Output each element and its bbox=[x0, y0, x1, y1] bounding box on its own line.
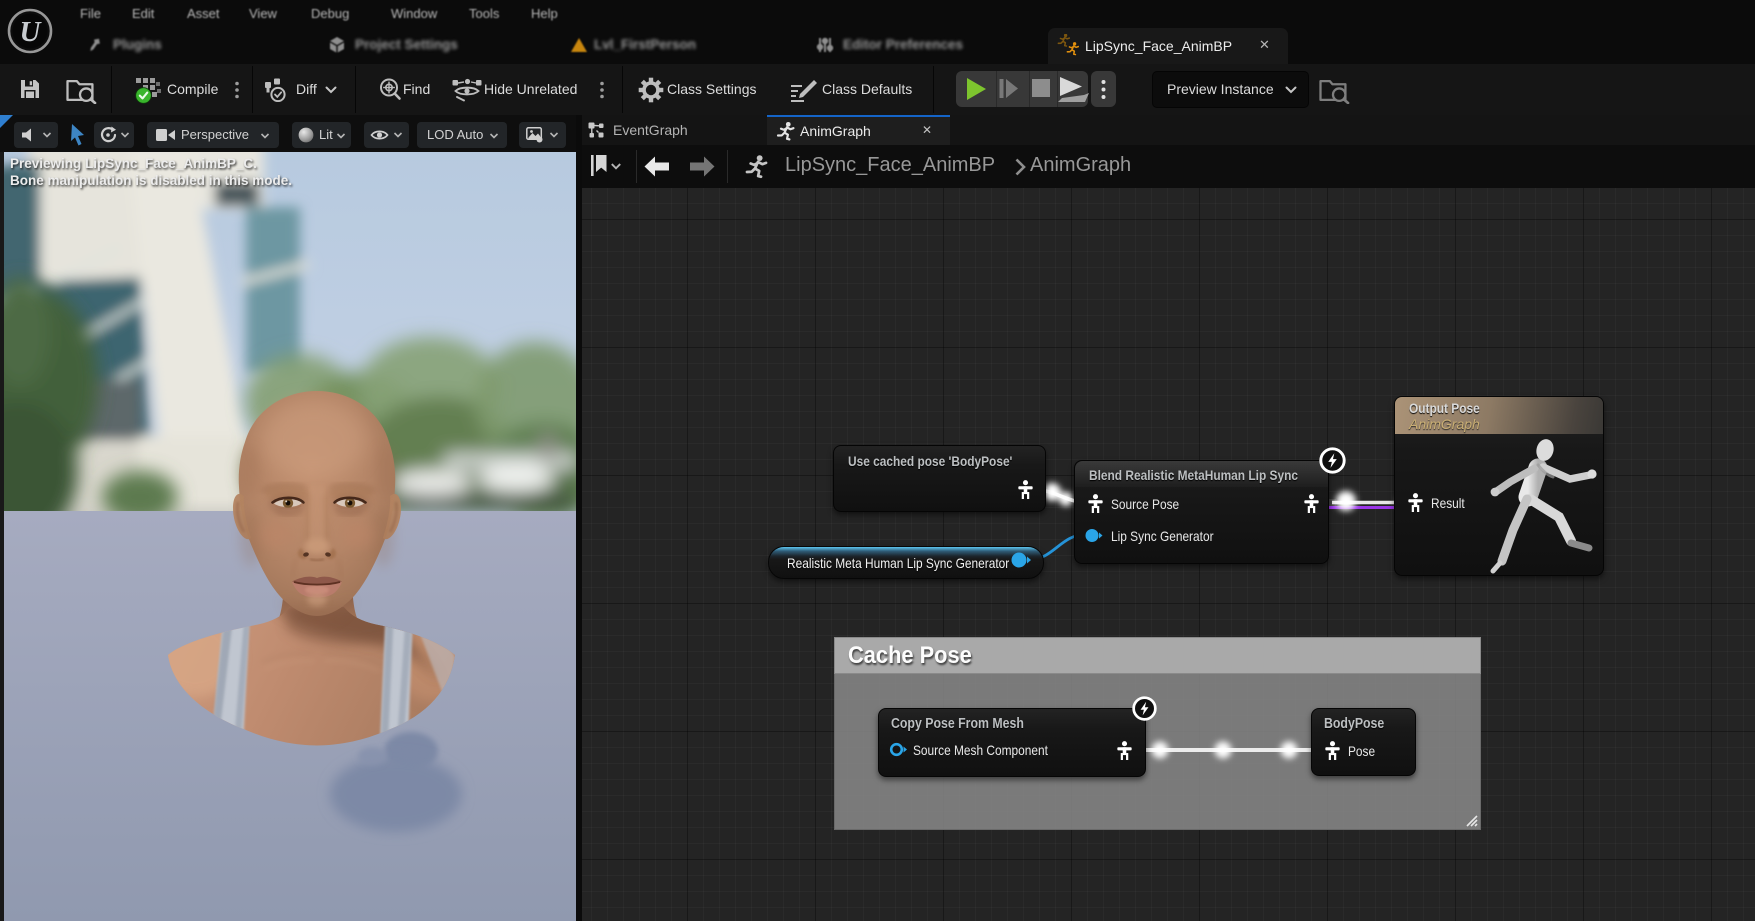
svg-text:U: U bbox=[20, 16, 43, 48]
